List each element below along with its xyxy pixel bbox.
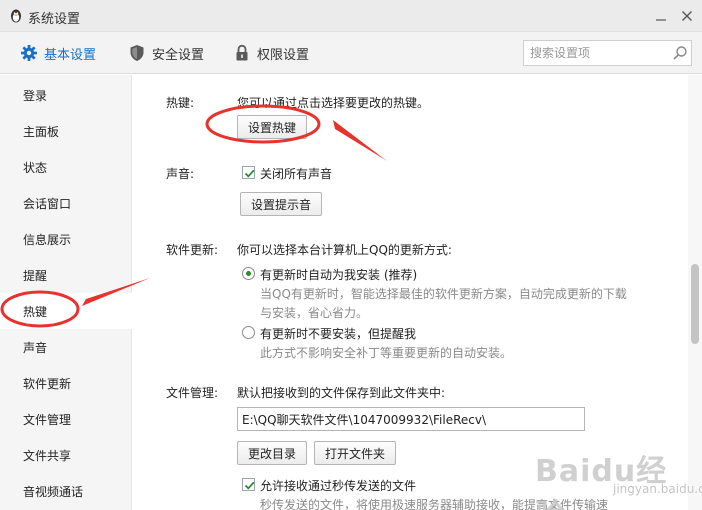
hotkey-description: 您可以通过点击选择要更改的热键。 <box>237 96 430 110</box>
watermark-url: jingyan.baidu.com <box>613 482 702 496</box>
tab-basic-settings-label: 基本设置 <box>44 47 97 63</box>
sidebar-item-software-update[interactable]: 软件更新 <box>0 365 132 401</box>
title-bar: 系统设置 <box>0 0 702 32</box>
settings-search-input[interactable] <box>530 44 670 62</box>
sidebar-item-label: 文件管理 <box>23 412 72 427</box>
sidebar-item-label: 声音 <box>23 340 48 355</box>
search-icon[interactable] <box>672 45 688 61</box>
sidebar-item-file-management[interactable]: 文件管理 <box>0 401 132 437</box>
auto-update-note: 当QQ有更新时，智能选择最佳的软件更新方案，自动完成更新的下载 <box>260 287 627 301</box>
update-section-label: 软件更新: <box>166 243 219 257</box>
tab-security-settings[interactable]: 安全设置 <box>128 32 204 74</box>
content-scrollbar-thumb[interactable] <box>691 264 699 344</box>
allow-instant-transfer-checkbox[interactable] <box>242 478 255 491</box>
sidebar-item-login[interactable]: 登录 <box>0 77 132 113</box>
sidebar-item-label: 会话窗口 <box>23 196 72 211</box>
hotkey-section-label: 热键: <box>166 96 195 110</box>
settings-search-box[interactable] <box>523 40 692 66</box>
update-description: 你可以选择本台计算机上QQ的更新方式: <box>237 243 452 257</box>
tab-permission-settings[interactable]: 权限设置 <box>233 32 309 74</box>
set-alert-sound-button[interactable]: 设置提示音 <box>240 192 322 216</box>
sidebar-item-file-sharing[interactable]: 文件共享 <box>0 437 132 473</box>
sidebar-item-reminder[interactable]: 提醒 <box>0 257 132 293</box>
tab-basic-settings[interactable]: 基本设置 <box>20 32 96 74</box>
tab-security-settings-label: 安全设置 <box>152 47 205 63</box>
sidebar-item-status[interactable]: 状态 <box>0 149 132 185</box>
mute-all-label[interactable]: 关闭所有声音 <box>260 165 332 182</box>
auto-update-label[interactable]: 有更新时自动为我安装 (推荐) <box>260 266 417 283</box>
minimize-button[interactable] <box>650 6 672 26</box>
notify-update-radio[interactable] <box>242 326 255 339</box>
settings-sidebar: 登录 主面板 状态 会话窗口 信息展示 提醒 热键 声音 软件更新 文件管理 文… <box>0 75 132 510</box>
sidebar-item-label: 登录 <box>23 88 48 103</box>
auto-update-note: 与安装，省心省力。 <box>260 306 369 320</box>
download-path-field[interactable] <box>237 407 585 431</box>
shield-icon <box>128 44 146 62</box>
settings-content: 热键: 您可以通过点击选择要更改的热键。 设置热键 声音: 关闭所有声音 设置提… <box>133 75 687 510</box>
window-title: 系统设置 <box>28 12 81 27</box>
notify-update-label[interactable]: 有更新时不要安装，但提醒我 <box>260 325 416 342</box>
sidebar-item-chat-window[interactable]: 会话窗口 <box>0 185 132 221</box>
gear-icon <box>20 44 38 62</box>
watermark-brand: Baidu经验 <box>535 454 668 510</box>
notify-update-note: 此方式不影响安全补丁等重要更新的自动安装。 <box>260 346 513 360</box>
sidebar-item-sound[interactable]: 声音 <box>0 329 132 365</box>
set-hotkey-button[interactable]: 设置热键 <box>237 115 307 139</box>
file-management-section-label: 文件管理: <box>166 386 219 400</box>
close-button[interactable] <box>676 6 698 26</box>
tab-permission-settings-label: 权限设置 <box>257 47 310 63</box>
sound-section-label: 声音: <box>166 167 195 181</box>
penguin-icon <box>8 8 24 24</box>
sidebar-item-av-call[interactable]: 音视频通话 <box>0 473 132 509</box>
sidebar-item-info-display[interactable]: 信息展示 <box>0 221 132 257</box>
sidebar-item-label: 状态 <box>23 160 48 175</box>
sidebar-item-main-panel[interactable]: 主面板 <box>0 113 132 149</box>
sidebar-item-hotkey[interactable]: 热键 <box>0 293 132 329</box>
sidebar-item-label: 热键 <box>23 304 48 319</box>
allow-instant-transfer-label[interactable]: 允许接收通过秒传发送的文件 <box>260 477 416 494</box>
open-folder-button[interactable]: 打开文件夹 <box>314 441 396 465</box>
sidebar-item-label: 主面板 <box>23 124 60 139</box>
file-save-description: 默认把接收到的文件保存到此文件夹中: <box>237 386 446 400</box>
change-directory-button[interactable]: 更改目录 <box>237 441 307 465</box>
auto-update-radio[interactable] <box>242 267 255 280</box>
sidebar-item-label: 文件共享 <box>23 448 72 463</box>
baidu-watermark: Baidu经验 jingyan.baidu.com <box>535 446 702 510</box>
sidebar-item-label: 音视频通话 <box>23 484 84 499</box>
sidebar-item-label: 提醒 <box>23 268 48 283</box>
lock-icon <box>233 44 251 62</box>
sidebar-item-label: 软件更新 <box>23 376 72 391</box>
mute-all-checkbox[interactable] <box>242 166 255 179</box>
sidebar-item-label: 信息展示 <box>23 232 72 247</box>
